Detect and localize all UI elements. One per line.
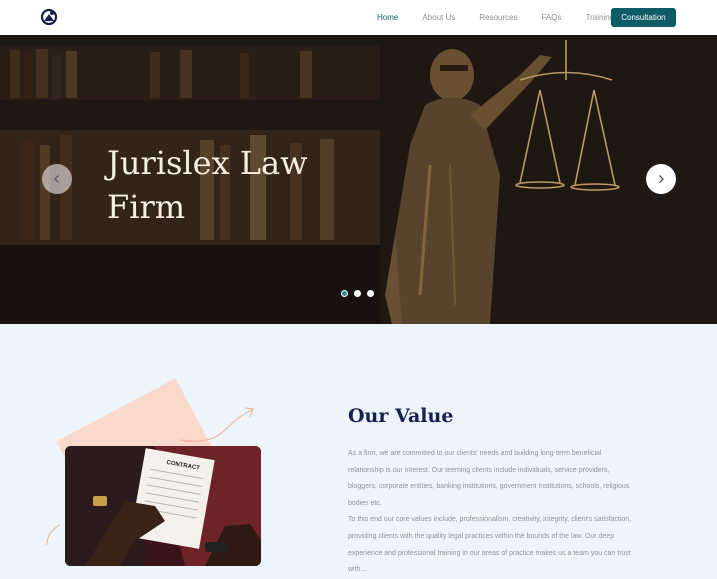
carousel-prev-button[interactable]: [42, 164, 72, 194]
nav-link-training[interactable]: Training: [586, 13, 615, 22]
contract-signing-photo: CONTRACT: [65, 446, 261, 566]
nav-link-faqs[interactable]: FAQs: [542, 13, 562, 22]
hero-title: Jurislex Law Firm: [107, 141, 337, 229]
carousel-dot-2[interactable]: [354, 290, 361, 297]
carousel-indicators: [341, 290, 374, 297]
firm-logo-icon[interactable]: [40, 8, 58, 26]
carousel-dot-1[interactable]: [341, 290, 348, 297]
top-navbar: Home About Us Resources FAQs Training Co…: [0, 0, 717, 35]
nav-links: Home About Us Resources FAQs Training: [377, 0, 638, 35]
chevron-right-icon: [659, 175, 664, 183]
chevron-left-icon: [54, 175, 59, 183]
consultation-button[interactable]: Consultation: [611, 8, 676, 27]
hero-carousel: Jurislex Law Firm: [0, 35, 717, 324]
hero-title-line2: Firm: [107, 188, 186, 226]
value-description: As a firm, we are committed to our clien…: [348, 446, 638, 579]
nav-link-about-us[interactable]: About Us: [422, 13, 455, 22]
carousel-dot-3[interactable]: [367, 290, 374, 297]
nav-link-home[interactable]: Home: [377, 13, 398, 22]
section-title-our-value: Our Value: [348, 405, 454, 427]
nav-link-resources[interactable]: Resources: [479, 13, 517, 22]
value-paragraph-1: As a firm, we are committed to our clien…: [348, 450, 630, 507]
carousel-next-button[interactable]: [646, 164, 676, 194]
hero-title-line1: Jurislex Law: [107, 144, 308, 182]
